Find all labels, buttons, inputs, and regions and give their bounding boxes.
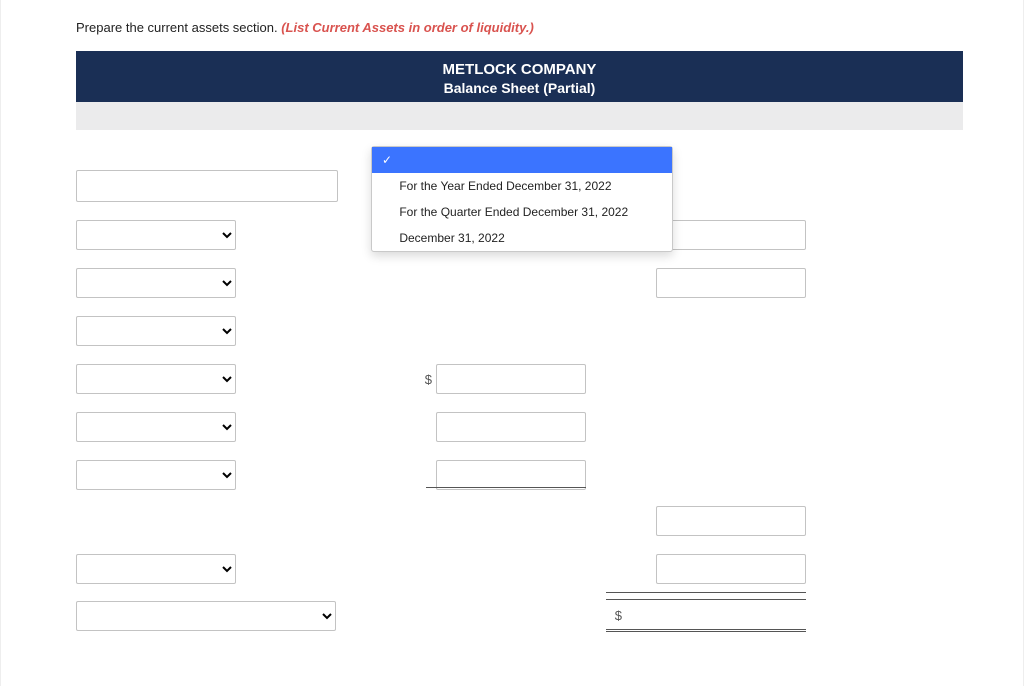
date-option-label: December 31, 2022 (399, 231, 504, 245)
date-option-label: For the Year Ended December 31, 2022 (399, 179, 611, 193)
check-icon: ✓ (382, 153, 396, 167)
amount-input-total[interactable] (626, 603, 776, 627)
currency-symbol: $ (416, 372, 432, 387)
instruction-text: Prepare the current assets section. (Lis… (76, 20, 963, 35)
balance-sheet-header: METLOCK COMPANY Balance Sheet (Partial) (76, 51, 963, 102)
account-select-1[interactable] (76, 220, 236, 250)
account-select-4[interactable] (76, 364, 236, 394)
amount-input-right-3[interactable] (656, 506, 806, 536)
date-option-quarter[interactable]: For the Quarter Ended December 31, 2022 (372, 199, 672, 225)
instruction-hint: (List Current Assets in order of liquidi… (281, 20, 534, 35)
date-band (76, 102, 963, 130)
date-option-year[interactable]: For the Year Ended December 31, 2022 (372, 173, 672, 199)
account-select-3[interactable] (76, 316, 236, 346)
total-label-select[interactable] (76, 601, 336, 631)
amount-input-mid-2[interactable] (436, 412, 586, 442)
amount-input-2[interactable] (656, 268, 806, 298)
account-select-6[interactable] (76, 460, 236, 490)
instruction-main: Prepare the current assets section. (76, 20, 281, 35)
account-select-2[interactable] (76, 268, 236, 298)
amount-input-1[interactable] (656, 220, 806, 250)
amount-input-mid-3[interactable] (436, 460, 586, 490)
amount-input-right-4[interactable] (656, 554, 806, 584)
amount-input-mid-1[interactable] (436, 364, 586, 394)
date-select-popover[interactable]: ✓ For the Year Ended December 31, 2022 F… (371, 146, 673, 252)
account-select-5[interactable] (76, 412, 236, 442)
date-option-asof[interactable]: December 31, 2022 (372, 225, 672, 251)
subtotal-rule (426, 487, 586, 488)
company-name: METLOCK COMPANY (76, 61, 963, 78)
section-heading-select[interactable] (76, 170, 338, 202)
date-option-label: For the Quarter Ended December 31, 2022 (399, 205, 628, 219)
date-option-blank[interactable]: ✓ (372, 147, 672, 173)
total-rule-top (606, 592, 806, 593)
currency-symbol: $ (606, 608, 622, 623)
statement-title: Balance Sheet (Partial) (76, 80, 963, 96)
account-select-7[interactable] (76, 554, 236, 584)
total-double-rule: $ (606, 599, 806, 632)
